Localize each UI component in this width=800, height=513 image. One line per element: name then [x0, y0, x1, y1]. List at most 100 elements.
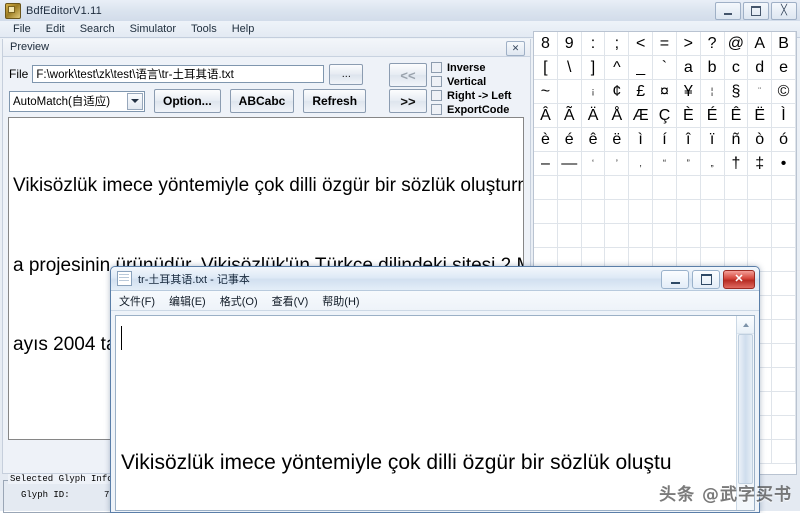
glyph-cell[interactable]: _ [629, 56, 654, 80]
glyph-cell[interactable] [772, 272, 796, 296]
glyph-cell[interactable]: a [676, 56, 701, 80]
glyph-cell[interactable]: ¢ [605, 80, 630, 104]
glyph-cell[interactable] [581, 176, 606, 200]
glyph-cell[interactable] [557, 224, 582, 248]
glyph-cell[interactable] [605, 176, 630, 200]
notepad-menu-help[interactable]: 帮助(H) [322, 293, 359, 309]
glyph-cell[interactable]: A [748, 32, 773, 56]
glyph-cell[interactable] [700, 200, 725, 224]
glyph-cell[interactable]: É [700, 104, 725, 128]
glyph-cell[interactable]: ¥ [676, 80, 701, 104]
glyph-cell[interactable] [772, 224, 796, 248]
glyph-cell[interactable] [748, 200, 773, 224]
menu-simulator[interactable]: Simulator [123, 22, 184, 37]
glyph-cell[interactable] [605, 200, 630, 224]
glyph-cell[interactable] [772, 248, 796, 272]
glyph-cell[interactable] [557, 200, 582, 224]
glyph-cell[interactable] [772, 440, 796, 464]
glyph-cell[interactable]: „ [700, 152, 725, 176]
glyph-cell[interactable]: “ [653, 152, 677, 176]
glyph-cell[interactable] [676, 200, 701, 224]
notepad-menu-edit[interactable]: 编辑(E) [169, 293, 206, 309]
glyph-cell[interactable]: c [724, 56, 749, 80]
glyph-cell[interactable] [605, 224, 630, 248]
glyph-cell[interactable]: \ [557, 56, 582, 80]
glyph-cell[interactable]: Ç [653, 104, 677, 128]
notepad-menu-view[interactable]: 查看(V) [272, 293, 309, 309]
glyph-cell[interactable]: ‚ [629, 152, 654, 176]
glyph-cell[interactable] [629, 224, 654, 248]
menu-tools[interactable]: Tools [184, 22, 225, 37]
checkbox-right-to-left-row[interactable]: Right -> Left [431, 89, 526, 102]
chevron-down-icon[interactable] [127, 92, 143, 110]
glyph-cell[interactable]: – [534, 152, 558, 176]
glyph-cell[interactable]: @ [724, 32, 749, 56]
glyph-cell[interactable]: Æ [629, 104, 654, 128]
file-path-input[interactable]: F:\work\test\zk\test\语言\tr-土耳其语.txt [32, 65, 325, 83]
menu-search[interactable]: Search [73, 22, 123, 37]
glyph-cell[interactable]: — [557, 152, 582, 176]
next-page-button[interactable]: >> [389, 89, 427, 113]
glyph-cell[interactable] [653, 176, 677, 200]
glyph-cell[interactable] [772, 392, 796, 416]
glyph-cell[interactable] [676, 176, 701, 200]
notepad-text-area[interactable]: Vikisözlük imece yöntemiyle çok dilli öz… [116, 316, 737, 510]
glyph-cell[interactable]: ’ [605, 152, 630, 176]
checkbox-export-code-row[interactable]: ExportCode [431, 103, 526, 116]
close-button[interactable]: ╳ [771, 2, 797, 20]
menu-file[interactable]: File [6, 22, 39, 37]
glyph-cell[interactable] [724, 176, 749, 200]
glyph-cell[interactable]: e [772, 56, 796, 80]
glyph-cell[interactable] [772, 320, 796, 344]
glyph-cell[interactable]: í [653, 128, 677, 152]
glyph-cell[interactable]: ` [653, 56, 677, 80]
glyph-cell[interactable] [653, 200, 677, 224]
glyph-cell[interactable]: [ [534, 56, 558, 80]
notepad-menu-format[interactable]: 格式(O) [220, 293, 258, 309]
glyph-cell[interactable]: È [676, 104, 701, 128]
glyph-cell[interactable]: < [629, 32, 654, 56]
glyph-cell[interactable] [748, 176, 773, 200]
checkbox-export-code[interactable] [431, 104, 442, 115]
glyph-cell[interactable] [772, 296, 796, 320]
glyph-cell[interactable] [700, 176, 725, 200]
notepad-menu-file[interactable]: 文件(F) [119, 293, 155, 309]
menu-help[interactable]: Help [225, 22, 263, 37]
glyph-cell[interactable]: ñ [724, 128, 749, 152]
glyph-cell[interactable]: ¡ [581, 80, 606, 104]
glyph-cell[interactable] [629, 176, 654, 200]
glyph-cell[interactable]: ï [700, 128, 725, 152]
glyph-cell[interactable] [724, 224, 749, 248]
glyph-cell[interactable] [581, 200, 606, 224]
glyph-cell[interactable] [557, 176, 582, 200]
maximize-button[interactable] [743, 2, 769, 20]
glyph-cell[interactable]: B [772, 32, 796, 56]
glyph-cell[interactable]: • [772, 152, 796, 176]
notepad-minimize-button[interactable] [661, 270, 689, 289]
checkbox-inverse[interactable] [431, 62, 442, 73]
glyph-cell[interactable] [534, 224, 558, 248]
abcabc-button[interactable]: ABCabc [229, 89, 295, 113]
glyph-cell[interactable] [772, 368, 796, 392]
glyph-cell[interactable]: è [534, 128, 558, 152]
preview-close-button[interactable]: ✕ [506, 41, 525, 56]
checkbox-vertical[interactable] [431, 76, 442, 87]
match-mode-select[interactable]: AutoMatch(自适应) [9, 90, 145, 112]
glyph-cell[interactable] [772, 344, 796, 368]
glyph-cell[interactable]: ì [629, 128, 654, 152]
glyph-cell[interactable]: † [724, 152, 749, 176]
minimize-button[interactable] [715, 2, 741, 20]
glyph-cell[interactable]: ó [772, 128, 796, 152]
glyph-cell[interactable]: ë [605, 128, 630, 152]
glyph-cell[interactable]: ” [676, 152, 701, 176]
notepad-close-button[interactable]: ✕ [723, 270, 755, 289]
glyph-cell[interactable]: Å [605, 104, 630, 128]
preview-tab[interactable]: Preview ✕ [3, 39, 530, 57]
glyph-cell[interactable]: ? [700, 32, 725, 56]
glyph-cell[interactable]: Ê [724, 104, 749, 128]
glyph-cell[interactable] [676, 224, 701, 248]
glyph-cell[interactable]: ê [581, 128, 606, 152]
glyph-cell[interactable] [724, 200, 749, 224]
glyph-cell[interactable] [557, 80, 582, 104]
glyph-cell[interactable]: b [700, 56, 725, 80]
